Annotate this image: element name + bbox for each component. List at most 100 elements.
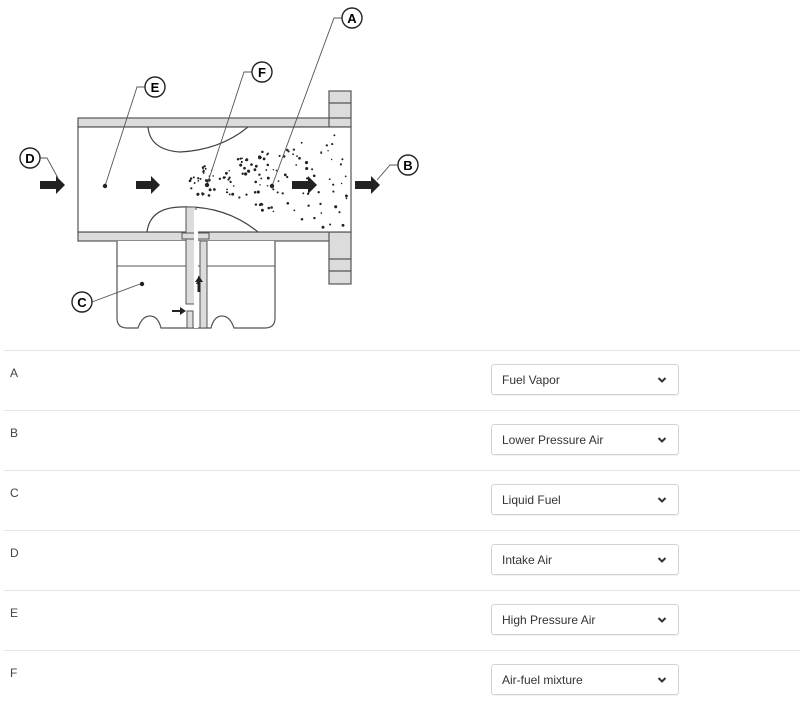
match-row-a: A Fuel Vapor [4, 350, 800, 410]
fuel-particle [286, 148, 289, 152]
answer-select-f[interactable]: Air-fuel mixture [491, 664, 679, 695]
fuel-particle [197, 180, 200, 182]
fuel-particle [266, 163, 270, 167]
match-row-e: E High Pressure Air [4, 590, 800, 650]
fuel-particle [278, 154, 281, 157]
callout-f: F [251, 61, 273, 83]
fuel-particle [193, 182, 196, 184]
point-a-marker [269, 183, 275, 189]
fuel-particle [272, 210, 275, 213]
select-value: Air-fuel mixture [502, 672, 583, 687]
chevron-down-icon [657, 616, 667, 623]
fuel-particle [267, 206, 271, 210]
chevron-down-icon [657, 376, 667, 383]
fuel-particle [329, 223, 332, 226]
fuel-particle [331, 143, 334, 146]
fuel-particle [270, 206, 273, 209]
fuel-particle [330, 158, 333, 161]
point-e-marker [102, 183, 108, 189]
select-value: Liquid Fuel [502, 492, 561, 507]
fuel-particle [190, 187, 193, 190]
fuel-particle [333, 134, 336, 137]
fuel-particle [306, 177, 309, 180]
callout-a-label: A [347, 11, 357, 26]
fuel-particle [202, 169, 205, 172]
fuel-particle [199, 178, 202, 180]
fuel-particle [341, 223, 345, 227]
fuel-particle [236, 158, 240, 161]
fuel-particle [341, 158, 344, 161]
fuel-particle [332, 190, 335, 193]
fuel-particle [253, 191, 257, 194]
chevron-down-icon [657, 676, 667, 683]
fuel-particle [258, 173, 261, 176]
fuel-particle [245, 193, 248, 196]
fuel-particle [286, 201, 290, 205]
fuel-particle [196, 192, 200, 196]
fuel-particle [208, 188, 212, 192]
fuel-particle [238, 196, 241, 199]
answer-select-e[interactable]: High Pressure Air [491, 604, 679, 635]
fuel-particle [286, 175, 289, 179]
select-value: High Pressure Air [502, 612, 596, 627]
fuel-particle [232, 185, 235, 187]
fuel-particle [296, 155, 298, 157]
fuel-particle [192, 176, 195, 179]
fuel-particle [307, 204, 310, 207]
fuel-particle [281, 192, 284, 195]
fuel-particle [204, 179, 208, 182]
fuel-particle [212, 175, 214, 177]
fuel-particle [247, 169, 251, 173]
callout-f-label: F [258, 65, 266, 80]
fuel-particle [320, 151, 323, 154]
fuel-particle [224, 176, 227, 179]
row-label: A [10, 366, 19, 380]
fuel-particle [239, 163, 243, 167]
row-label: E [10, 606, 19, 620]
fuel-particle [260, 202, 263, 205]
fuel-particle [272, 188, 275, 191]
fuel-particle [305, 166, 309, 171]
fuel-particle [250, 163, 253, 166]
fuel-particle [266, 185, 269, 187]
chevron-down-icon [657, 556, 667, 563]
fuel-particle [306, 192, 310, 195]
answer-select-a[interactable]: Fuel Vapor [491, 364, 679, 395]
fuel-particle [260, 208, 264, 212]
callout-b-label: B [403, 158, 412, 173]
match-row-d: D Intake Air [4, 530, 800, 590]
fuel-particle [293, 209, 296, 212]
callout-e: E [144, 76, 166, 98]
select-value: Lower Pressure Air [502, 432, 604, 447]
fuel-particle [304, 161, 309, 165]
answer-select-c[interactable]: Liquid Fuel [491, 484, 679, 515]
callout-b: B [397, 154, 419, 176]
fuel-particle [276, 191, 279, 194]
fuel-particle [202, 172, 205, 174]
match-row-c: C Liquid Fuel [4, 470, 800, 530]
fuel-particle [298, 156, 301, 160]
carburetor-diagram: A B C D E F [19, 7, 419, 329]
fuel-particle [202, 167, 204, 170]
fuel-particle [292, 148, 296, 151]
fuel-particle [226, 188, 228, 191]
fuel-particle [260, 177, 263, 180]
fuel-particle [327, 150, 329, 152]
fuel-particle [292, 153, 294, 156]
fuel-particle [295, 164, 298, 166]
fuel-particle [204, 167, 207, 170]
answer-select-b[interactable]: Lower Pressure Air [491, 424, 679, 455]
fuel-particle [275, 169, 278, 172]
fuel-particle [244, 172, 248, 176]
fuel-particle [266, 176, 270, 180]
answer-select-d[interactable]: Intake Air [491, 544, 679, 575]
fuel-particle [313, 216, 316, 220]
fuel-particle [319, 202, 322, 206]
fuel-particle [197, 177, 200, 180]
fuel-particle [328, 178, 331, 181]
fuel-particle [262, 157, 266, 161]
fuel-particle [300, 141, 303, 144]
callout-a: A [341, 7, 363, 29]
row-label: C [10, 486, 19, 500]
fuel-particle [203, 165, 206, 168]
